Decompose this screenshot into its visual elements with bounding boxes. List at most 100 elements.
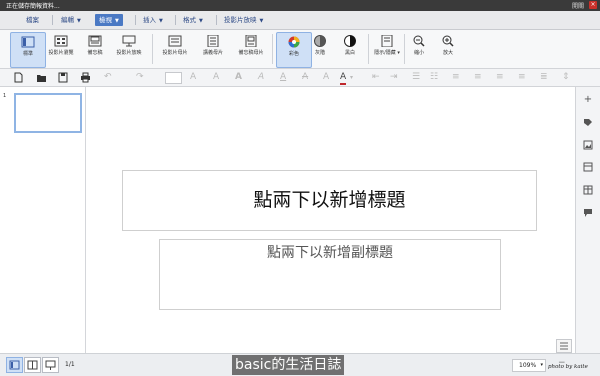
menu-edit[interactable]: 編輯 ▼ (57, 14, 85, 26)
add-icon[interactable]: + (582, 94, 594, 106)
align-left-icon[interactable]: ≡ (452, 72, 460, 83)
menu-separator (135, 15, 136, 25)
numbering-icon[interactable]: ☷ (430, 72, 438, 83)
black-white-label: 黑白 (344, 50, 355, 56)
show-hide-button[interactable]: 隱示/隱藏 ▾ (370, 32, 404, 66)
normal-view-status-button[interactable] (6, 357, 23, 373)
slideshow-button[interactable]: 投影片放映 (112, 32, 146, 66)
align-center-icon[interactable]: ≡ (474, 72, 482, 83)
slide-sorter-button[interactable]: 投影片瀏覽 (44, 32, 78, 66)
handout-master-button[interactable]: 講義母片 (196, 32, 230, 66)
chevron-down-icon: ▼ (159, 18, 163, 24)
zoom-in-icon (441, 35, 455, 47)
black-white-icon (343, 35, 357, 47)
chevron-down-icon: ▾ (397, 50, 400, 56)
show-hide-label: 隱示/隱藏 ▾ (370, 50, 404, 56)
font-size-input[interactable] (165, 72, 182, 84)
menu-format[interactable]: 格式 ▼ (179, 14, 207, 26)
watermark: basic的生活日誌 (232, 355, 345, 375)
notes-master-icon (244, 34, 258, 48)
chevron-down-icon: ▼ (199, 18, 203, 24)
align-right-icon[interactable]: ≡ (496, 72, 504, 83)
slide-sorter-status-button[interactable] (24, 357, 41, 373)
slideshow-status-button[interactable] (42, 357, 59, 373)
notes-master-button[interactable]: 備忘稿母片 (234, 32, 268, 66)
bullets-icon[interactable]: ☰ (412, 72, 420, 83)
underline-icon[interactable]: A (280, 72, 286, 83)
menu-insert[interactable]: 插入 ▼ (139, 14, 167, 26)
switch-label[interactable]: 開關 (572, 1, 584, 10)
tag-icon[interactable] (582, 118, 594, 130)
decrease-indent-icon[interactable]: ⇤ (372, 72, 380, 83)
slide-master-icon (168, 35, 182, 47)
menu-separator (52, 15, 53, 25)
subtitle-placeholder[interactable]: 點兩下以新增副標題 (159, 239, 501, 310)
italic-icon[interactable]: A (258, 72, 264, 83)
justify-icon[interactable]: ≡ (518, 72, 526, 83)
shrink-font-icon[interactable]: A (213, 72, 219, 83)
zoom-select[interactable]: 109% ▾ (512, 359, 546, 372)
grow-font-icon[interactable]: A (190, 72, 196, 83)
menu-format-label: 格式 (183, 16, 196, 24)
increase-indent-icon[interactable]: ⇥ (390, 72, 398, 83)
menu-edit-label: 編輯 (61, 16, 74, 24)
zoom-in-label: 放大 (442, 50, 453, 56)
menu-slideshow[interactable]: 投影片放映 ▼ (220, 14, 267, 26)
black-white-button[interactable]: 黑白 (333, 32, 367, 66)
format-toolbar: ↶ ↷ A A A A A A A A ▾ ⇤ ⇥ ☰ ☷ ≡ ≡ ≡ ≡ ≣ … (0, 69, 600, 87)
chevron-down-icon: ▼ (77, 18, 81, 24)
photographer-signature: photo by kaite (548, 364, 588, 370)
zoom-in-button[interactable]: 放大 (431, 32, 465, 66)
notes-page-button[interactable]: 備忘稿 (78, 32, 112, 66)
chevron-down-icon[interactable]: ▾ (350, 72, 353, 83)
notes-toggle-button[interactable] (556, 339, 572, 353)
layout-icon[interactable] (582, 162, 594, 174)
shadow-icon[interactable]: A (323, 72, 329, 83)
chevron-down-icon: ▾ (540, 362, 543, 368)
line-spacing-icon[interactable]: ≣ (540, 72, 548, 83)
ribbon-separator (368, 34, 369, 64)
bold-icon[interactable]: A (235, 72, 242, 83)
text-direction-icon[interactable]: ⇕ (562, 72, 570, 83)
undo-icon[interactable]: ↶ (104, 72, 112, 83)
title-placeholder[interactable]: 點兩下以新增標題 (122, 170, 537, 231)
slide-master-button[interactable]: 投影片母片 (158, 32, 192, 66)
new-file-icon[interactable] (14, 72, 23, 87)
menu-view-label: 檢視 (99, 16, 112, 24)
menu-insert-label: 插入 (143, 16, 156, 24)
menu-slideshow-label: 投影片放映 (224, 16, 257, 24)
subtitle-placeholder-text: 點兩下以新增副標題 (267, 245, 393, 261)
open-folder-icon[interactable] (36, 72, 47, 87)
menu-file-label: 檔案 (26, 16, 39, 24)
color-wheel-icon (287, 36, 301, 48)
grayscale-icon (313, 35, 327, 47)
projector-icon (122, 35, 136, 47)
chevron-down-icon: ▼ (259, 18, 264, 24)
slide-master-label: 投影片母片 (162, 50, 188, 56)
ribbon-separator (272, 34, 273, 64)
save-icon[interactable] (58, 72, 68, 87)
normal-view-icon (21, 36, 35, 48)
menu-view[interactable]: 檢視 ▼ (95, 14, 123, 26)
menu-file[interactable]: 檔案 (22, 14, 43, 26)
show-hide-icon (380, 34, 394, 48)
handout-master-label: 講義母片 (202, 50, 223, 56)
slide-sorter-label: 投影片瀏覽 (48, 50, 74, 56)
view-ribbon: 標準 投影片瀏覽 備忘稿 投影片放映 投影片母片 講義母片 備忘稿母片 彩色 灰… (0, 30, 600, 69)
slide-thumbnail[interactable] (14, 93, 82, 133)
redo-icon[interactable]: ↷ (136, 72, 144, 83)
normal-view-label: 標準 (22, 51, 33, 57)
menu-separator (175, 15, 176, 25)
chevron-down-icon: ▼ (115, 18, 119, 24)
grayscale-button[interactable]: 灰階 (303, 32, 337, 66)
close-button[interactable]: × (589, 1, 597, 9)
print-icon[interactable] (80, 72, 91, 87)
comment-icon[interactable] (582, 208, 594, 220)
image-icon[interactable] (582, 140, 594, 152)
normal-view-button[interactable]: 標準 (10, 32, 46, 68)
slide-thumbnail-panel: 1 (0, 87, 86, 353)
strikethrough-icon[interactable]: A (302, 72, 308, 83)
page-indicator: 1/1 (65, 361, 75, 368)
font-color-icon[interactable]: A (340, 72, 347, 85)
table-icon[interactable] (582, 185, 594, 197)
